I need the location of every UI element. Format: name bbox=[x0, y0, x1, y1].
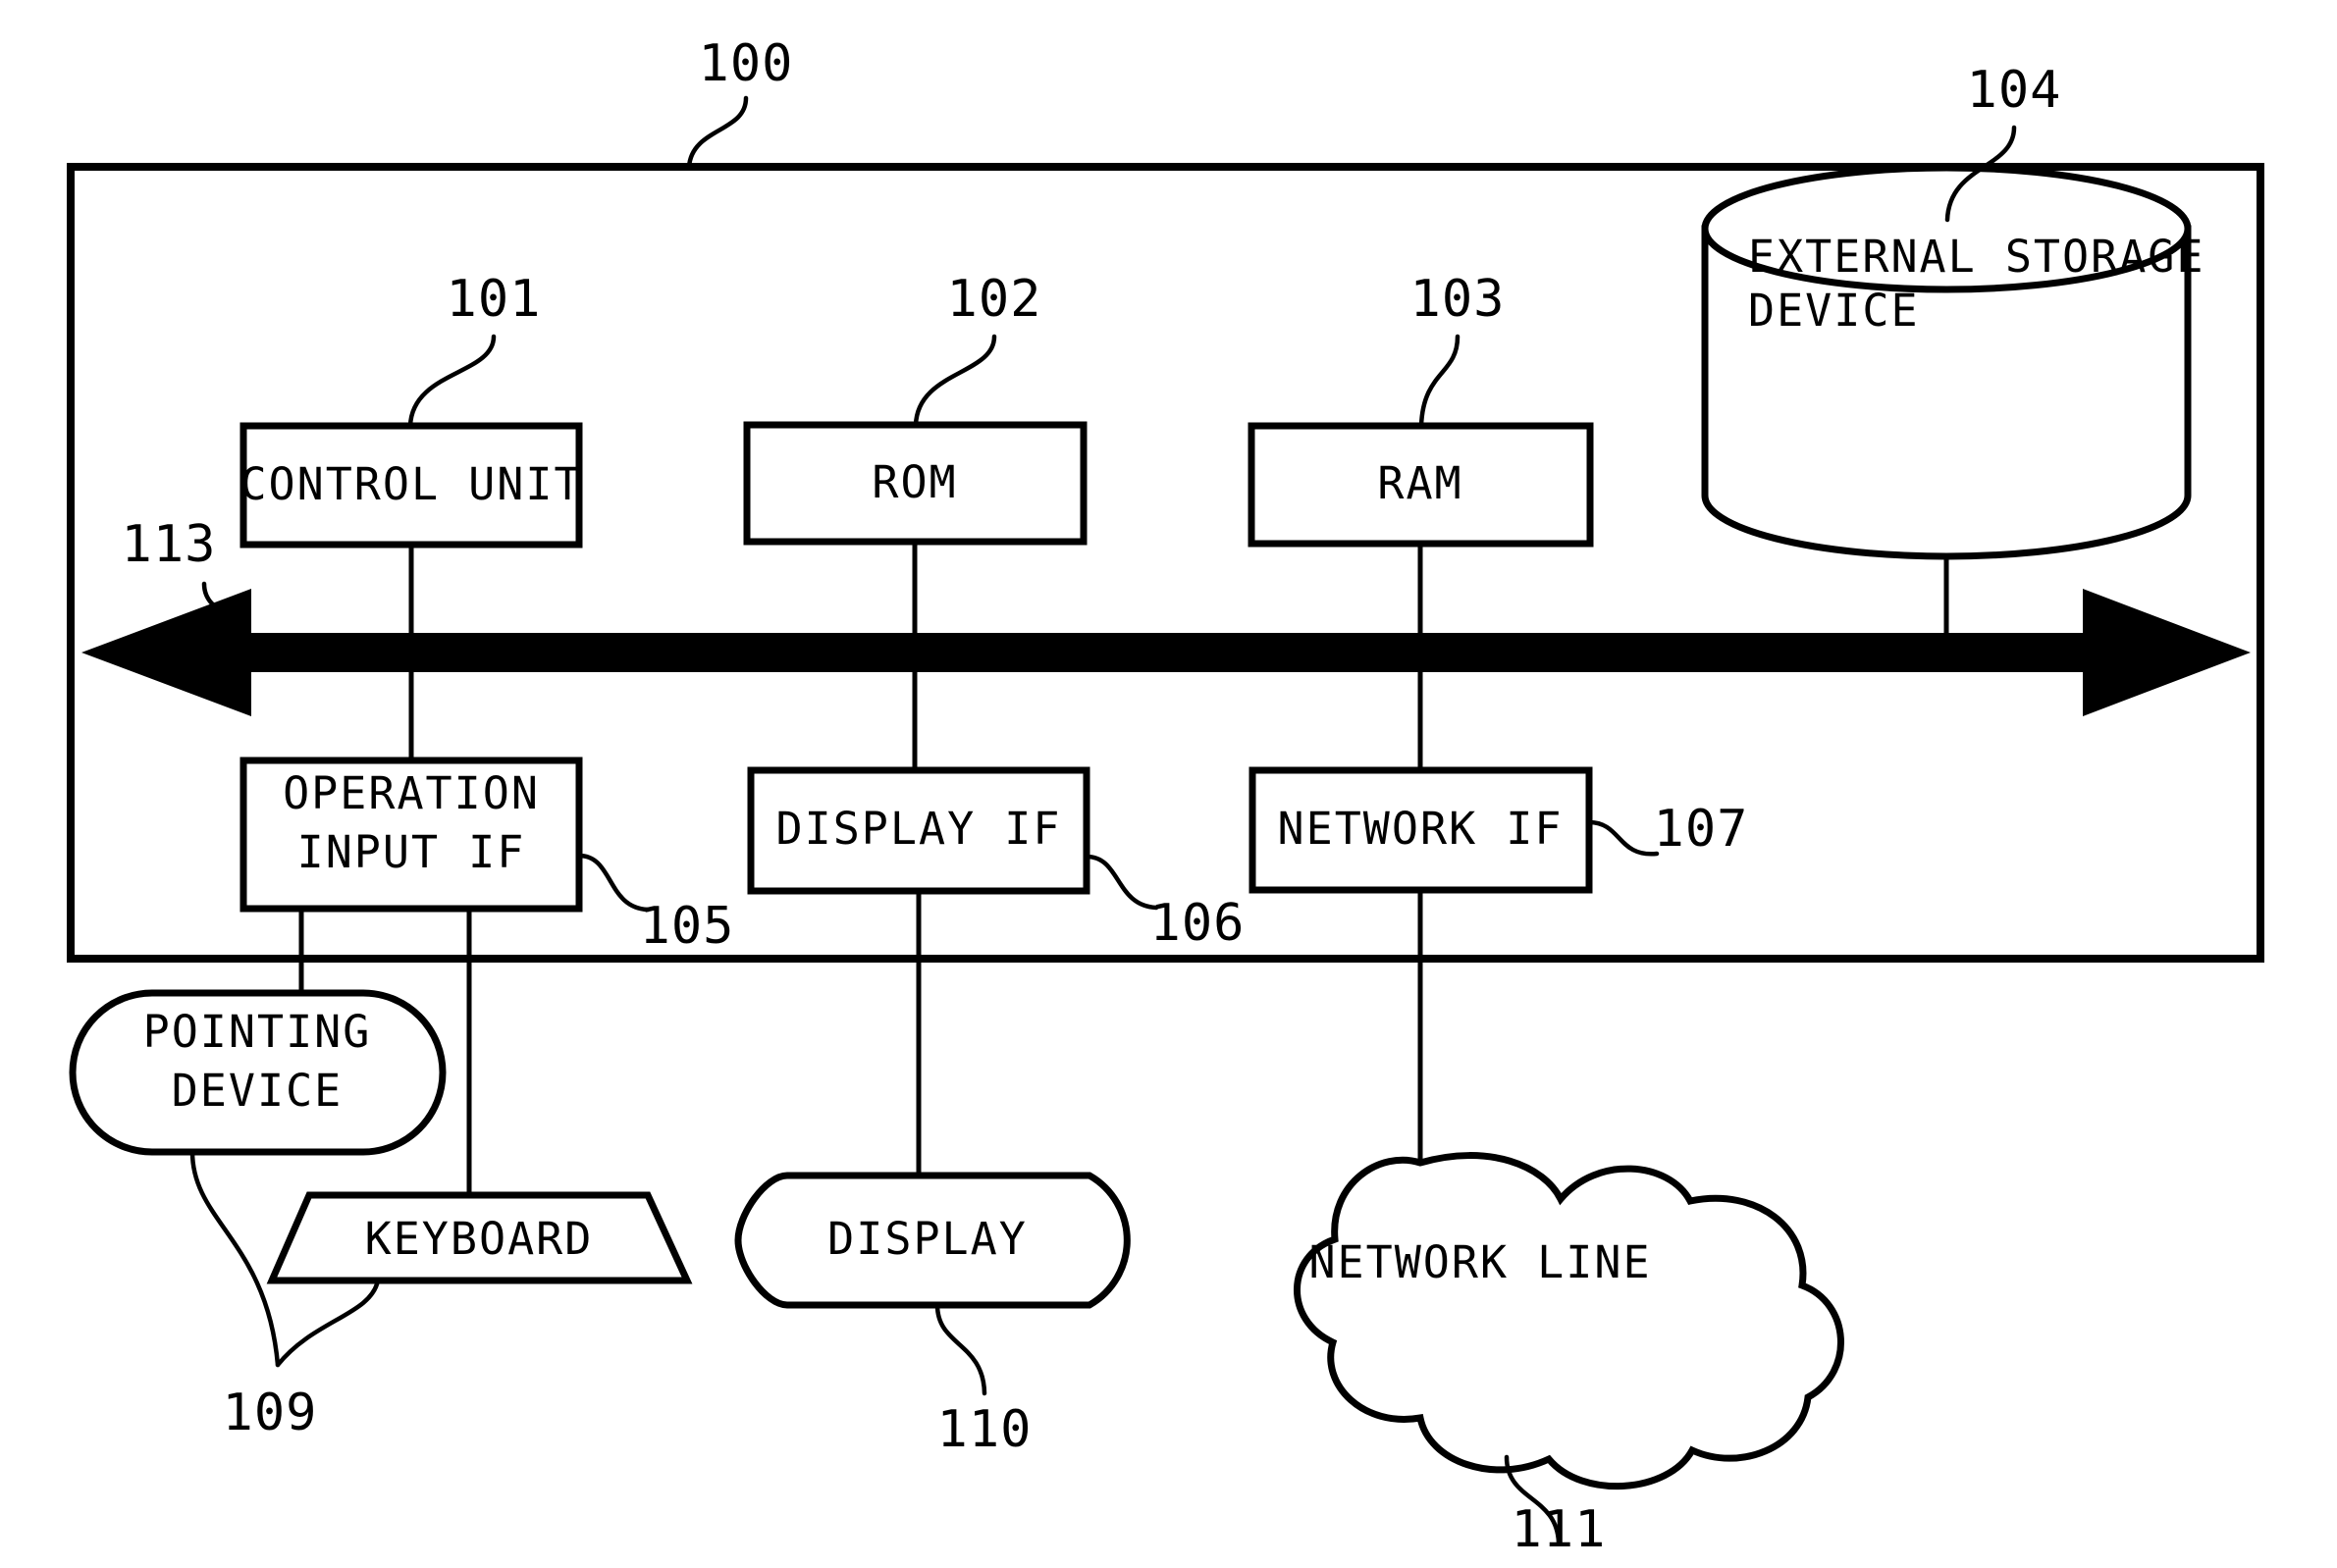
ref-label-107: 107 bbox=[1654, 800, 1749, 859]
ref-label-103: 103 bbox=[1410, 270, 1506, 329]
leader-line-103 bbox=[1418, 334, 1461, 429]
block-external-storage-device[interactable] bbox=[1701, 164, 2192, 560]
block-diagram: 100 113 CONTROL UNIT 101 ROM 102 RAM 103… bbox=[67, 34, 2264, 1559]
block-label-pointing-device-line2: DEVICE bbox=[172, 1065, 344, 1117]
block-network-line-cloud[interactable] bbox=[1294, 1152, 1844, 1490]
ref-label-113: 113 bbox=[122, 515, 217, 574]
leader-line-102 bbox=[913, 334, 997, 428]
block-label-operation-input-if-line2: INPUT IF bbox=[297, 826, 526, 878]
leader-line-105 bbox=[576, 853, 651, 913]
block-label-pointing-device-line1: POINTING bbox=[143, 1006, 372, 1058]
block-label-network-if: NETWORK IF bbox=[1278, 803, 1564, 855]
ref-label-102: 102 bbox=[947, 270, 1042, 329]
ref-label-101: 101 bbox=[447, 270, 542, 329]
block-label-ram: RAM bbox=[1377, 457, 1462, 509]
ref-label-104: 104 bbox=[1967, 61, 2062, 120]
diagram-canvas: 100 113 CONTROL UNIT 101 ROM 102 RAM 103… bbox=[0, 0, 2337, 1568]
leader-line-106 bbox=[1084, 854, 1159, 911]
leader-line-101 bbox=[407, 334, 497, 429]
system-bus-arrow bbox=[81, 589, 2251, 716]
ref-label-110: 110 bbox=[937, 1400, 1033, 1459]
leader-line-109-keyboard bbox=[275, 1278, 381, 1368]
block-label-display: DISPLAY bbox=[827, 1213, 1028, 1265]
block-label-network-line: NETWORK LINE bbox=[1308, 1236, 1651, 1288]
block-label-keyboard: KEYBOARD bbox=[365, 1213, 594, 1265]
block-label-external-storage-line1: EXTERNAL STORAGE bbox=[1748, 231, 2204, 283]
ref-label-109: 109 bbox=[223, 1384, 318, 1442]
ref-label-111: 111 bbox=[1512, 1500, 1607, 1559]
ref-label-105: 105 bbox=[640, 897, 735, 956]
block-label-operation-input-if-line1: OPERATION bbox=[283, 767, 540, 819]
leader-line-100 bbox=[686, 95, 749, 170]
block-label-control-unit: CONTROL UNIT bbox=[239, 458, 582, 510]
ref-label-106: 106 bbox=[1150, 894, 1246, 953]
leader-line-109-pointing-device bbox=[189, 1149, 281, 1368]
ref-label-100: 100 bbox=[699, 34, 794, 93]
block-label-external-storage-line2: DEVICE bbox=[1748, 285, 1920, 337]
leader-line-110 bbox=[934, 1302, 987, 1396]
block-label-rom: ROM bbox=[872, 456, 957, 508]
block-label-display-if: DISPLAY IF bbox=[776, 803, 1062, 855]
leader-line-107 bbox=[1586, 819, 1660, 857]
